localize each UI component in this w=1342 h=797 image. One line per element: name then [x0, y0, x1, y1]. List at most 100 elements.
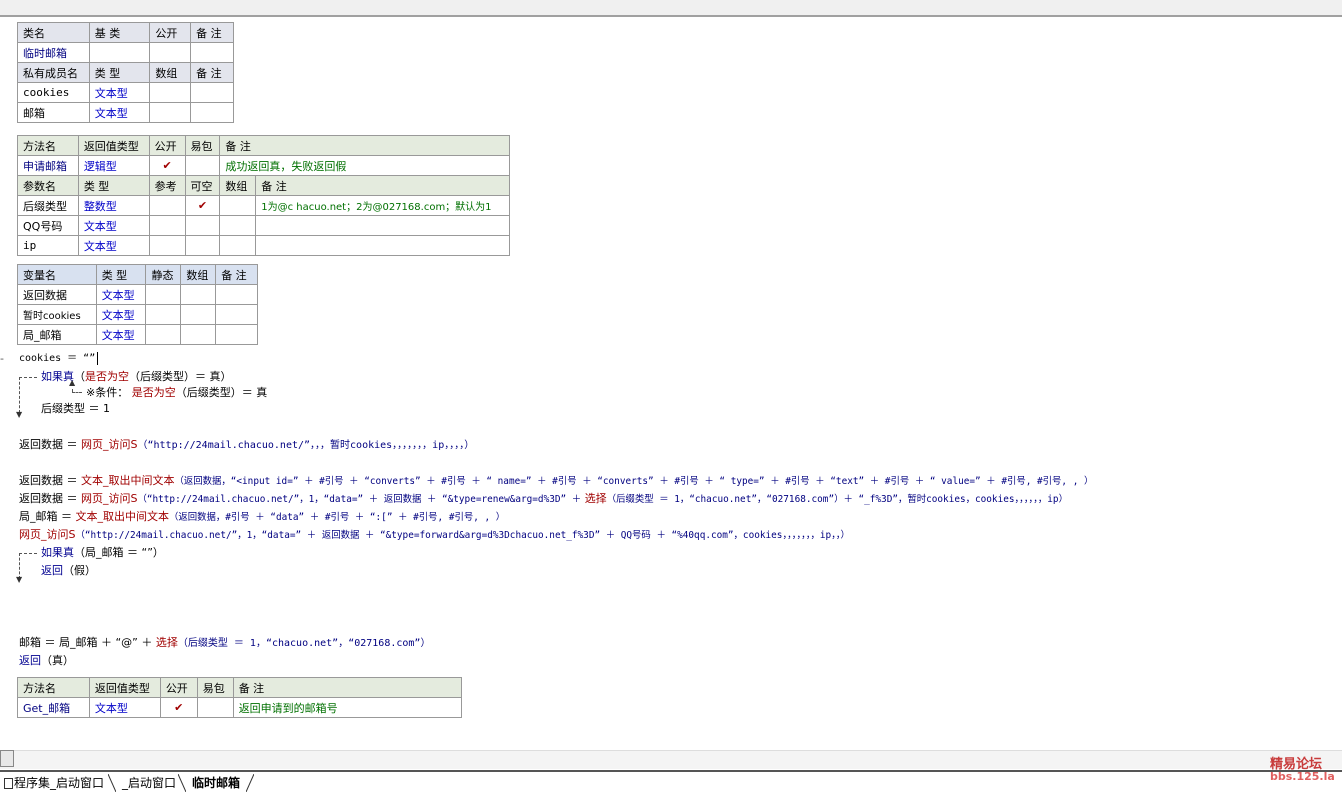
param-array-cell[interactable] — [219, 195, 257, 216]
var-static-cell[interactable] — [145, 284, 182, 305]
var-array-cell[interactable] — [180, 284, 217, 305]
member-array-cell[interactable] — [149, 102, 192, 123]
remark-cell[interactable]: 返回申请到的邮箱号 — [232, 697, 463, 718]
col-param-ref: 参考 — [148, 175, 186, 196]
var-name-cell[interactable]: 返回数据 — [17, 284, 97, 305]
code-line[interactable]: 返回（真） — [19, 653, 74, 669]
public-check-icon[interactable]: ✔ — [159, 697, 198, 718]
code-line[interactable]: 返回数据 ＝ 网页_访问S（“http://24mail.chacuo.net/… — [19, 437, 474, 453]
param-row[interactable]: ip 文本型 — [17, 235, 510, 256]
param-remark-cell[interactable] — [255, 235, 510, 256]
param-ref-cell[interactable] — [148, 215, 186, 236]
public-check-icon[interactable]: ✔ — [148, 155, 186, 176]
tab-temp-mailbox[interactable]: 临时邮箱 — [188, 774, 252, 792]
collapse-marker[interactable]: - — [0, 351, 4, 367]
var-remark-cell[interactable] — [215, 304, 258, 325]
param-remark-cell[interactable] — [255, 215, 510, 236]
code-line[interactable]: 网页_访问S（“http://24mail.chacuo.net/”，1，“da… — [19, 527, 850, 543]
member-type-cell[interactable]: 文本型 — [88, 82, 151, 103]
flow-arrow-icon: ▼ — [16, 410, 23, 419]
col-base-class: 基 类 — [88, 22, 151, 43]
return-type-cell[interactable]: 文本型 — [88, 697, 161, 718]
var-static-cell[interactable] — [145, 304, 182, 325]
horizontal-scrollbar[interactable] — [0, 750, 1342, 769]
var-remark-cell[interactable] — [215, 324, 258, 345]
member-name-cell[interactable]: cookies — [17, 82, 90, 103]
col-method-name: 方法名 — [17, 135, 79, 156]
col-param-array: 数组 — [219, 175, 257, 196]
code-args: （“http://24mail.chacuo.net/”，，，暂时cookies… — [137, 440, 475, 451]
method-row[interactable]: 申请邮箱 逻辑型 ✔ 成功返回真，失败返回假 — [17, 155, 510, 176]
var-array-cell[interactable] — [180, 304, 217, 325]
param-row[interactable]: 后缀类型 整数型 ✔ 1为@c hacuo.net；2为@027168.com；… — [17, 195, 510, 216]
base-class-cell[interactable] — [88, 42, 151, 63]
param-nullable-cell[interactable] — [184, 235, 221, 256]
var-remark-cell[interactable] — [215, 284, 258, 305]
nullable-check-icon[interactable]: ✔ — [184, 195, 221, 216]
class-name-cell[interactable]: 临时邮箱 — [17, 42, 90, 63]
public-cell[interactable] — [149, 42, 192, 63]
col-var-static: 静态 — [145, 264, 182, 285]
param-ref-cell[interactable] — [148, 195, 186, 216]
code-line[interactable]: 后缀类型 ＝ 1 — [41, 401, 110, 417]
code-text: （后缀类型）＝ 真） — [129, 370, 232, 383]
param-name-cell[interactable]: 后缀类型 — [17, 195, 79, 216]
member-row[interactable]: 邮箱 文本型 — [17, 102, 234, 123]
member-name-cell[interactable]: 邮箱 — [17, 102, 90, 123]
code-line-condition[interactable]: ※条件： 是否为空（后缀类型）＝ 真 — [86, 385, 267, 401]
var-type-cell[interactable]: 文本型 — [95, 304, 147, 325]
param-type-cell[interactable]: 文本型 — [77, 235, 150, 256]
method-name-cell[interactable]: Get_邮箱 — [17, 697, 90, 718]
param-remark-cell[interactable]: 1为@c hacuo.net；2为@027168.com；默认为1 — [255, 195, 510, 216]
remark-cell[interactable] — [190, 42, 234, 63]
class-header-row: 类名 基 类 公开 备 注 — [17, 22, 234, 43]
member-remark-cell[interactable] — [190, 102, 234, 123]
var-array-cell[interactable] — [180, 324, 217, 345]
code-line[interactable]: 返回数据 ＝ 网页_访问S（“http://24mail.chacuo.net/… — [19, 491, 1068, 507]
var-type-cell[interactable]: 文本型 — [95, 284, 147, 305]
param-array-cell[interactable] — [219, 235, 257, 256]
param-name-cell[interactable]: QQ号码 — [17, 215, 79, 236]
var-static-cell[interactable] — [145, 324, 182, 345]
method-row[interactable]: Get_邮箱 文本型 ✔ 返回申请到的邮箱号 — [17, 697, 463, 718]
scrollbar-thumb[interactable] — [0, 750, 14, 767]
var-row[interactable]: 暂时cookies 文本型 — [17, 304, 258, 325]
code-line[interactable]: 局_邮箱 ＝ 文本_取出中间文本（返回数据，#引号 ＋ “data” ＋ #引号… — [19, 509, 505, 525]
param-name-cell[interactable]: ip — [17, 235, 79, 256]
col-remark: 备 注 — [219, 135, 510, 156]
remark-cell[interactable]: 成功返回真，失败返回假 — [219, 155, 510, 176]
param-array-cell[interactable] — [219, 215, 257, 236]
member-remark-cell[interactable] — [190, 82, 234, 103]
code-line[interactable]: cookies ＝ “” — [19, 351, 99, 367]
member-row[interactable]: cookies 文本型 — [17, 82, 234, 103]
method-name-cell[interactable]: 申请邮箱 — [17, 155, 79, 176]
member-type-cell[interactable]: 文本型 — [88, 102, 151, 123]
code-line[interactable]: 返回数据 ＝ 文本_取出中间文本（返回数据，“<input id=” ＋ #引号… — [19, 473, 1093, 489]
member-array-cell[interactable] — [149, 82, 192, 103]
code-line[interactable]: 返回（假） — [41, 563, 96, 579]
tab-program-set[interactable]: 程序集_启动窗口 — [0, 774, 116, 792]
code-text: （假） — [63, 564, 96, 577]
return-type-cell[interactable]: 逻辑型 — [77, 155, 150, 176]
vars-header-row: 变量名 类 型 静态 数组 备 注 — [17, 264, 258, 285]
param-type-cell[interactable]: 整数型 — [77, 195, 150, 216]
code-line[interactable]: 邮箱 ＝ 局_邮箱 ＋ “@” ＋ 选择（后缀类型 ＝ 1，“chacuo.ne… — [19, 635, 430, 651]
col-public: 公开 — [149, 22, 192, 43]
easy-pack-cell[interactable] — [196, 697, 234, 718]
param-nullable-cell[interactable] — [184, 215, 221, 236]
param-ref-cell[interactable] — [148, 235, 186, 256]
code-line[interactable]: 如果真（局_邮箱 ＝ “”） — [41, 545, 164, 561]
class-row[interactable]: 临时邮箱 — [17, 42, 234, 63]
var-name-cell[interactable]: 暂时cookies — [17, 304, 97, 325]
var-row[interactable]: 局_邮箱 文本型 — [17, 324, 258, 345]
easy-pack-cell[interactable] — [184, 155, 221, 176]
param-row[interactable]: QQ号码 文本型 — [17, 215, 510, 236]
function-name: 网页_访问S — [81, 492, 138, 505]
var-type-cell[interactable]: 文本型 — [95, 324, 147, 345]
col-return-type: 返回值类型 — [77, 135, 150, 156]
var-row[interactable]: 返回数据 文本型 — [17, 284, 258, 305]
param-type-cell[interactable]: 文本型 — [77, 215, 150, 236]
code-args: （后缀类型 ＝ 1，“chacuo.net”，“027168.com”）＋ “_… — [606, 494, 1068, 505]
var-name-cell[interactable]: 局_邮箱 — [17, 324, 97, 345]
tab-bar: 程序集_启动窗口 _启动窗口 临时邮箱 — [0, 770, 1342, 797]
